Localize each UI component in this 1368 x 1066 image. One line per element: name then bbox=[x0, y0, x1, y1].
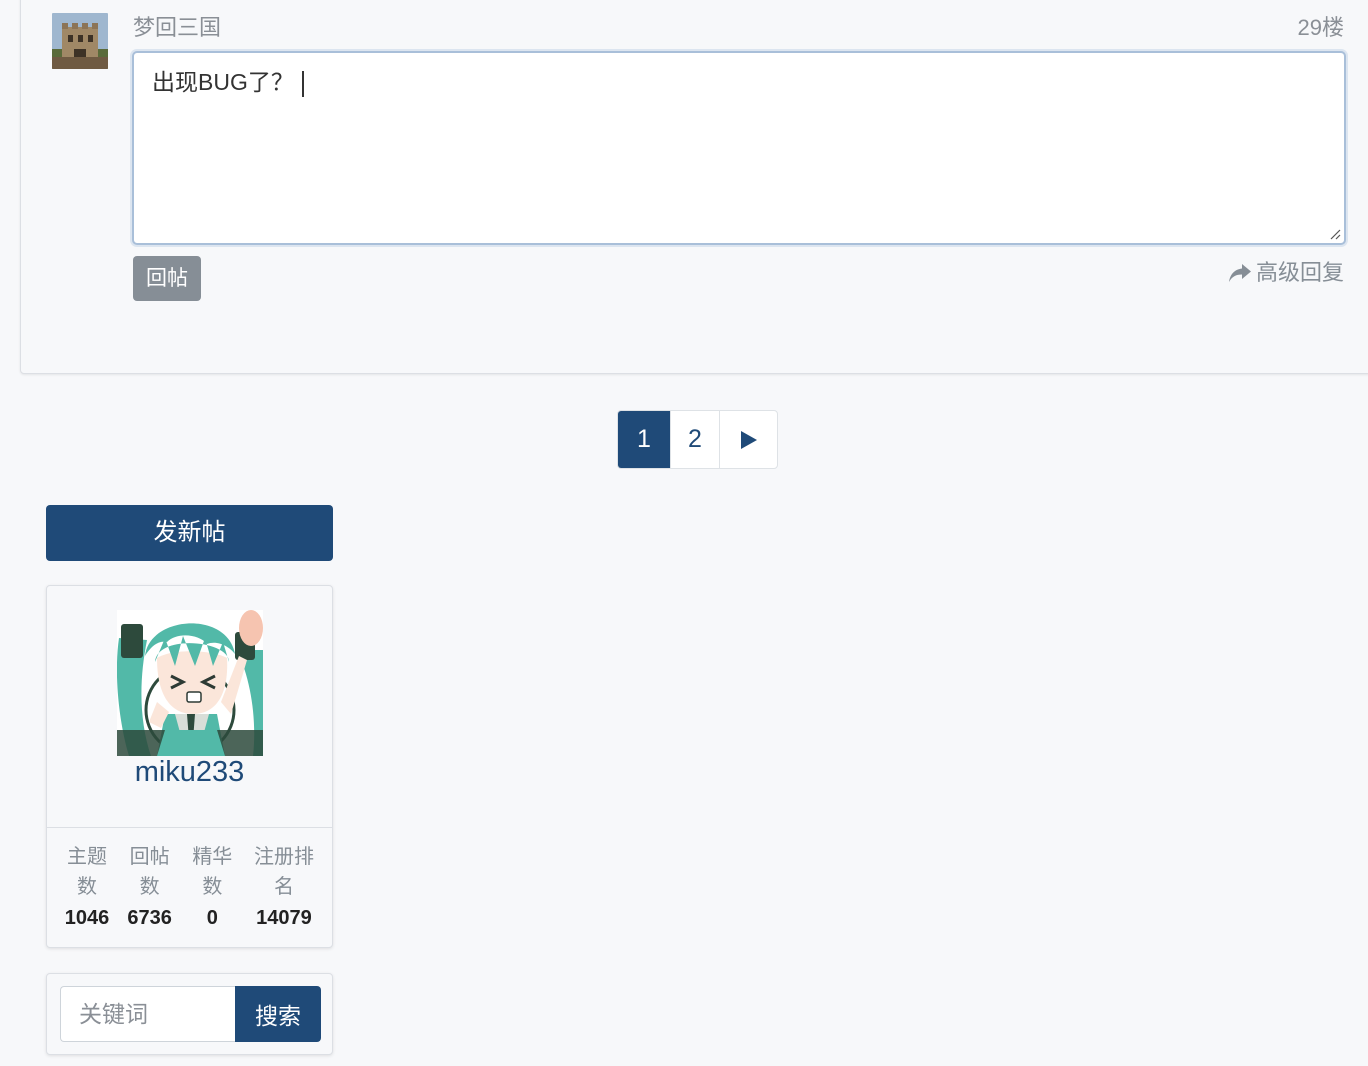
reply-username[interactable]: 梦回三国 bbox=[133, 14, 221, 42]
reply-submit-button[interactable]: 回帖 bbox=[133, 256, 201, 301]
search-button[interactable]: 搜索 bbox=[235, 986, 321, 1042]
stat-replies: 回帖数 6736 bbox=[126, 842, 174, 933]
stat-label: 注册排名 bbox=[253, 846, 314, 898]
next-page-button[interactable] bbox=[719, 411, 777, 468]
text-caret bbox=[301, 70, 304, 97]
reply-textarea[interactable]: 出现BUG了？ bbox=[132, 51, 1346, 245]
play-arrow-icon bbox=[740, 430, 757, 449]
stat-label: 精华数 bbox=[192, 846, 233, 898]
reply-user-avatar[interactable] bbox=[52, 13, 108, 69]
stat-value: 0 bbox=[206, 907, 218, 929]
page-1-button[interactable]: 1 bbox=[618, 411, 670, 468]
stat-label: 回帖数 bbox=[129, 846, 170, 898]
pagination: 1 2 bbox=[617, 410, 778, 469]
profile-stats: 主题数 1046 回帖数 6736 精华数 0 注册排名 14079 bbox=[63, 842, 317, 933]
advanced-reply-link[interactable]: 高级回复 bbox=[1228, 258, 1344, 288]
resize-grip-icon[interactable] bbox=[1329, 228, 1341, 240]
stat-value: 1046 bbox=[64, 907, 110, 929]
stat-register-rank: 注册排名 14079 bbox=[251, 842, 317, 933]
stat-featured: 精华数 0 bbox=[188, 842, 236, 933]
floor-number: 29楼 bbox=[1297, 15, 1344, 40]
stat-value: 6736 bbox=[127, 907, 172, 929]
profile-avatar[interactable] bbox=[117, 610, 263, 756]
search-card: 搜索 bbox=[46, 973, 333, 1055]
advanced-reply-label: 高级回复 bbox=[1255, 260, 1344, 285]
profile-divider bbox=[47, 827, 332, 828]
page-2-button[interactable]: 2 bbox=[670, 411, 719, 468]
new-post-button[interactable]: 发新帖 bbox=[46, 505, 333, 561]
reply-text: 出现BUG了？ bbox=[152, 69, 294, 95]
stat-label: 主题数 bbox=[67, 846, 107, 898]
profile-card: miku233 主题数 1046 回帖数 6736 精华数 0 注册排名 140… bbox=[46, 585, 333, 948]
stat-topics: 主题数 1046 bbox=[63, 842, 111, 933]
share-arrow-icon bbox=[1228, 264, 1251, 282]
stat-value: 14079 bbox=[256, 907, 312, 929]
profile-username[interactable]: miku233 bbox=[47, 754, 332, 790]
search-input[interactable] bbox=[60, 986, 236, 1042]
